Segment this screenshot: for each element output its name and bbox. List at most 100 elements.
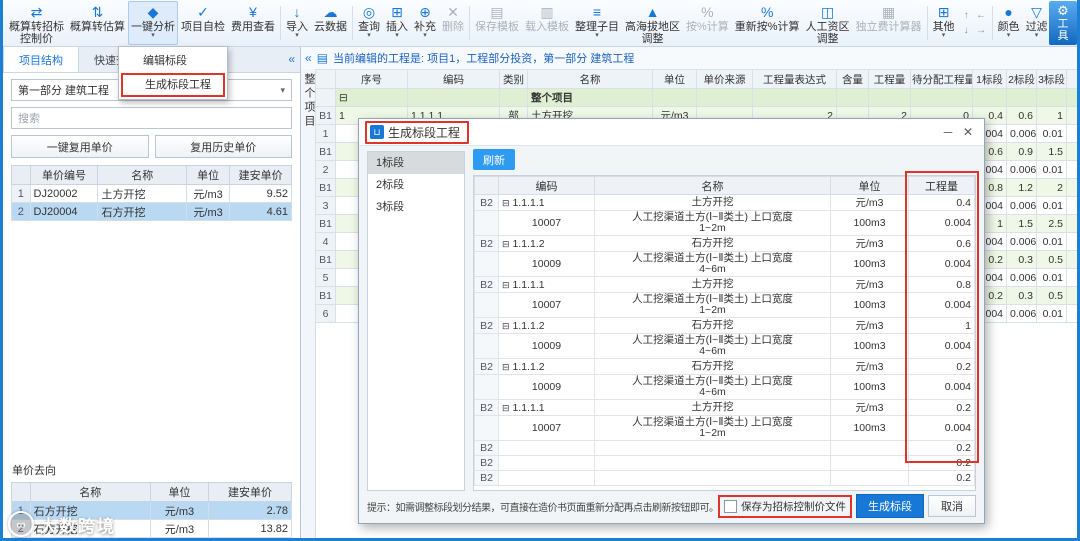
move-down-icon[interactable]: ↓ (960, 24, 973, 37)
move-left-icon[interactable]: ← (975, 9, 988, 22)
cell[interactable]: 石方开挖 (594, 235, 831, 252)
cell[interactable]: 10009 (498, 251, 595, 277)
cell[interactable]: 人工挖渠道土方(Ⅰ~Ⅱ类土) 上口宽度 1~2m (594, 415, 831, 441)
row-header-cell[interactable]: B1 (315, 178, 336, 197)
row-header-cell[interactable]: B1 (315, 106, 336, 125)
cell[interactable]: 1 (908, 317, 975, 334)
cell[interactable] (1066, 268, 1077, 287)
cell[interactable]: 石方开挖 (594, 317, 831, 334)
section-table-row[interactable]: B2 0.2 (474, 470, 975, 486)
import-button[interactable]: ↓ 导入 ▾ (283, 1, 311, 45)
project-tree-tab[interactable]: 整个项目 (301, 69, 316, 538)
budget-to-estimate-button[interactable]: ⇅ 概算转估算 (67, 1, 128, 45)
cell[interactable]: ⊟ 1.1.1.1 (498, 399, 595, 416)
project-self-check-button[interactable]: ✓ 项目自检 (178, 1, 228, 45)
cell[interactable] (1066, 214, 1077, 233)
cell[interactable] (696, 88, 753, 107)
cell[interactable]: ⊟ 1.1.1.1 (498, 276, 595, 293)
cell[interactable]: 0.5 (1036, 286, 1067, 305)
cell[interactable] (1066, 124, 1077, 143)
cell[interactable]: 1.2 (1006, 178, 1037, 197)
cell[interactable]: 0.004 (908, 251, 975, 277)
cell[interactable]: 10007 (498, 292, 595, 318)
menu-item-generate-section-project[interactable]: 生成标段工程 (121, 73, 225, 97)
other-button[interactable]: ⊞ 其他 ▾ (930, 1, 958, 45)
cell[interactable]: 元/m3 (149, 501, 210, 520)
row-header-cell[interactable]: B1 (315, 286, 336, 305)
tab-project-structure[interactable]: 项目结构 (3, 47, 79, 72)
cost-view-button[interactable]: ¥ 费用查看 (228, 1, 278, 45)
cell[interactable] (594, 455, 831, 471)
cell[interactable]: 2.78 (208, 501, 292, 520)
cell[interactable]: 100m3 (830, 333, 909, 359)
cell[interactable]: 0.2 (908, 470, 975, 486)
section-table-row[interactable]: B2 0.2 (474, 440, 975, 456)
section-list-item[interactable]: 1标段 (368, 152, 464, 174)
cell[interactable]: 13.82 (208, 519, 292, 538)
cell[interactable]: ⊟ 1.1.1.1 (498, 194, 595, 211)
reuse-history-price-button[interactable]: 复用历史单价 (154, 135, 292, 158)
cell[interactable]: 2 (1036, 178, 1067, 197)
cell[interactable]: 100m3 (830, 251, 909, 277)
cell[interactable]: 0.004 (908, 333, 975, 359)
cell[interactable]: 石方开挖 (594, 358, 831, 375)
cell[interactable]: 10009 (498, 333, 595, 359)
cell[interactable]: 0.8 (908, 276, 975, 293)
collapse-icon[interactable]: ⊟ (502, 239, 510, 249)
supplement-button[interactable]: ⊕ 补充 ▾ (411, 1, 439, 45)
close-icon[interactable]: ✕ (958, 125, 978, 139)
cell[interactable] (1066, 232, 1077, 251)
cell[interactable]: 0.01 (1036, 196, 1067, 215)
section-table-row[interactable]: B2 0.2 (474, 455, 975, 471)
collapse-icon[interactable]: ⊟ (502, 280, 510, 290)
cell[interactable] (1066, 88, 1077, 107)
color-button[interactable]: ● 颜色 ▾ (995, 1, 1023, 45)
section-table-row[interactable]: 10009 人工挖渠道土方(Ⅰ~Ⅱ类土) 上口宽度 4~6m 100m3 0.004 (474, 251, 975, 277)
cell[interactable]: 0.006 (1006, 196, 1037, 215)
cell[interactable]: 0.006 (1006, 124, 1037, 143)
cell[interactable] (1036, 88, 1067, 107)
cell[interactable] (594, 440, 831, 456)
cloud-data-button[interactable]: ☁ 云数据 (311, 1, 350, 45)
row-header-cell[interactable]: B1 (315, 250, 336, 269)
move-right-icon[interactable]: → (975, 24, 988, 37)
percent-calc-button[interactable]: % 按%计算 (683, 1, 732, 45)
cell[interactable] (407, 88, 500, 107)
row-header-cell[interactable]: 6 (315, 304, 336, 323)
cell[interactable] (1066, 304, 1077, 323)
cell[interactable]: 0.006 (1006, 160, 1037, 179)
cell[interactable]: 0.004 (908, 292, 975, 318)
cell[interactable]: DJ20004 (29, 202, 99, 221)
cell[interactable]: 1.5 (1036, 142, 1067, 161)
cell[interactable] (868, 88, 911, 107)
cell[interactable] (972, 88, 1007, 107)
filter-button[interactable]: ▽ 过滤 ▾ (1023, 1, 1049, 45)
cell[interactable] (594, 470, 831, 486)
cell[interactable] (830, 455, 909, 471)
cell[interactable]: 0.3 (1006, 286, 1037, 305)
collapse-icon[interactable]: ⊟ (502, 403, 510, 413)
cell[interactable]: 0.01 (1036, 160, 1067, 179)
section-list-item[interactable]: 3标段 (368, 196, 464, 218)
cell[interactable]: 0.006 (1006, 232, 1037, 251)
cell[interactable]: 0.01 (1036, 304, 1067, 323)
cell[interactable] (498, 440, 595, 456)
section-table-row[interactable]: B2 ⊟ 1.1.1.1 土方开挖 元/m3 0.2 (474, 399, 975, 416)
cell[interactable]: 元/m3 (830, 317, 909, 334)
cell[interactable] (830, 470, 909, 486)
cell[interactable] (1006, 88, 1037, 107)
cell[interactable]: 0.4 (908, 194, 975, 211)
expand-panel-icon[interactable]: « (305, 51, 312, 65)
cell[interactable] (499, 88, 528, 107)
cell[interactable] (1066, 160, 1077, 179)
cell[interactable]: 0.2 (908, 399, 975, 416)
generate-sections-button[interactable]: 生成标段 (856, 494, 924, 518)
cell[interactable]: 土方开挖 (594, 276, 831, 293)
cell[interactable]: 0.2 (908, 455, 975, 471)
cell[interactable]: 元/m3 (830, 358, 909, 375)
cell[interactable] (498, 455, 595, 471)
section-table-row[interactable]: 10009 人工挖渠道土方(Ⅰ~Ⅱ类土) 上口宽度 4~6m 100m3 0.004 (474, 333, 975, 359)
cell[interactable]: 0.3 (1006, 250, 1037, 269)
cell[interactable]: 0.2 (908, 358, 975, 375)
collapse-left-panel-icon[interactable]: « (288, 52, 295, 66)
